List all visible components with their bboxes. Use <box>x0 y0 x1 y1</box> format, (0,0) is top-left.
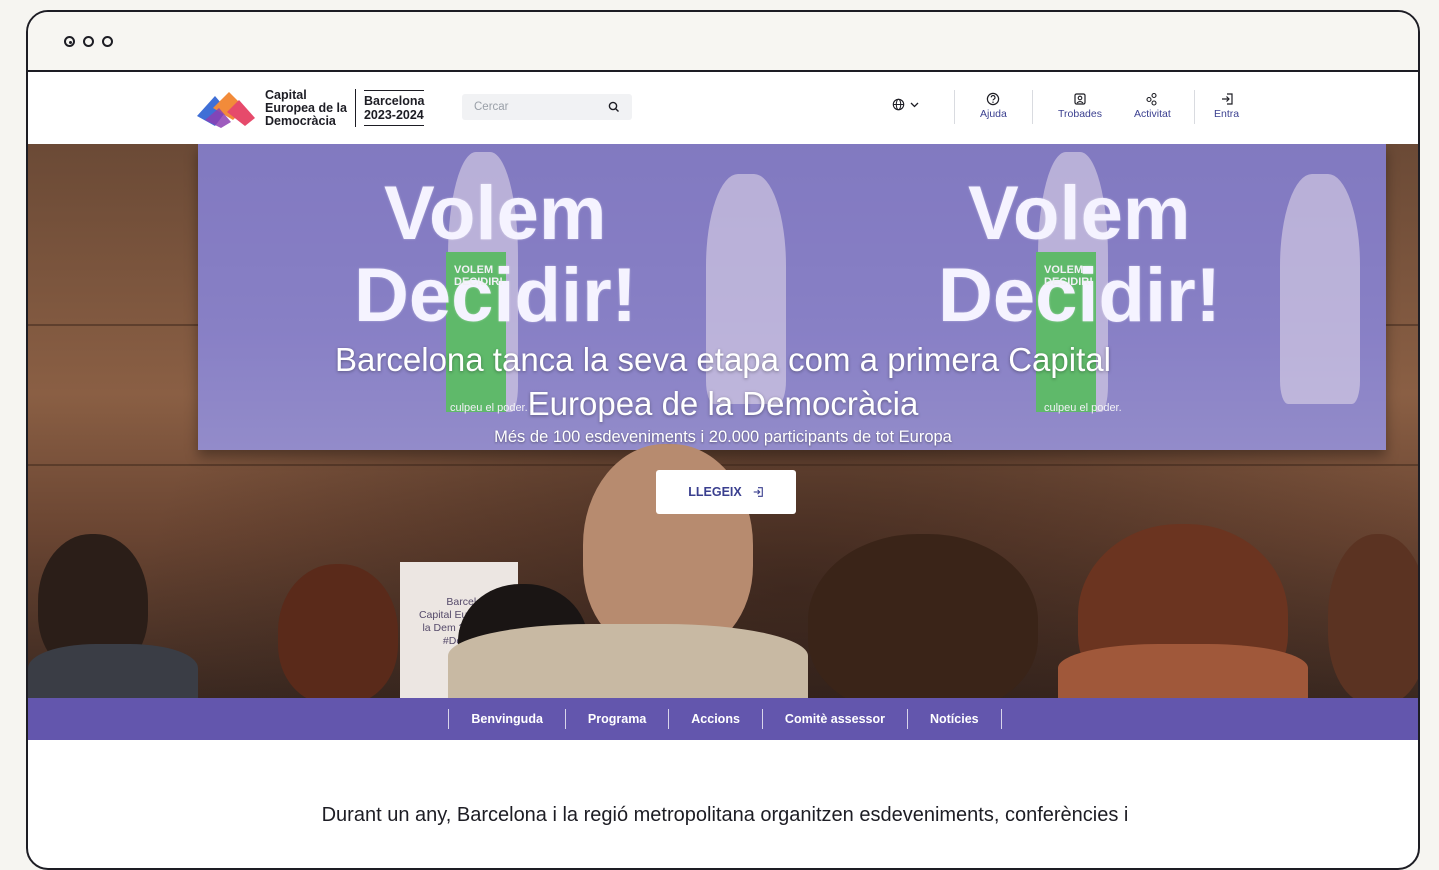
nav-activity-label: Activitat <box>1134 108 1171 120</box>
audience-member <box>1328 534 1418 700</box>
site-header: Capital Europea de la Democràcia Barcelo… <box>28 72 1418 144</box>
logo-year-block: Barcelona 2023-2024 <box>363 90 425 126</box>
header-divider <box>1032 90 1033 124</box>
nav-help[interactable]: Ajuda <box>980 92 1007 120</box>
read-more-label: LLEGEIX <box>688 485 742 499</box>
nav-help-label: Ajuda <box>980 108 1007 120</box>
header-divider <box>954 90 955 124</box>
audience-member <box>808 534 1038 700</box>
activity-icon <box>1146 92 1157 106</box>
screen-text-line1: Volem <box>968 171 1191 256</box>
logo-years: 2023-2024 <box>363 108 424 122</box>
audience-member <box>1058 644 1308 700</box>
intro-paragraph: Durant un any, Barcelona i la regió metr… <box>321 804 1129 826</box>
tab-comite-assessor[interactable]: Comitè assessor <box>763 712 907 726</box>
browser-window: Capital Europea de la Democràcia Barcelo… <box>26 10 1420 870</box>
site-logo[interactable]: Capital Europea de la Democràcia Barcelo… <box>193 86 425 130</box>
logo-divider <box>354 89 356 127</box>
login-icon <box>1221 93 1233 105</box>
hero-title-line1: Barcelona tanca la seva etapa com a prim… <box>335 341 1111 378</box>
search-box <box>462 94 632 120</box>
nav-login-label: Entra <box>1214 108 1240 120</box>
language-selector[interactable] <box>892 98 919 111</box>
window-dot-1[interactable] <box>64 35 75 47</box>
audience-member <box>448 624 808 700</box>
tab-accions[interactable]: Accions <box>669 712 762 726</box>
search-input[interactable] <box>462 100 606 114</box>
tab-programa[interactable]: Programa <box>566 712 668 726</box>
window-dot-2[interactable] <box>83 35 94 47</box>
hero-subtitle: Més de 100 esdeveniments i 20.000 partic… <box>494 428 952 446</box>
search-icon[interactable] <box>608 101 620 113</box>
audience-member <box>28 644 198 700</box>
audience-member <box>278 564 398 700</box>
nav-login[interactable]: Entra <box>1214 92 1239 120</box>
login-icon <box>753 487 763 497</box>
tab-separator <box>1000 709 1002 729</box>
tab-noticies[interactable]: Notícies <box>908 712 1001 726</box>
nav-meetings-label: Trobades <box>1058 108 1102 120</box>
hero-banner: Volem Decidir! VOLEM DECIDIR! culpeu el … <box>28 144 1418 700</box>
globe-icon <box>892 98 905 111</box>
placard-text: VOLEM DECIDIR! <box>1044 264 1093 288</box>
hero-title-line2: Europea de la Democràcia <box>527 385 919 422</box>
tab-benvinguda[interactable]: Benvinguda <box>449 712 565 726</box>
nav-activity[interactable]: Activitat <box>1134 92 1171 120</box>
window-dot-3[interactable] <box>102 35 113 47</box>
screen-text-line1: Volem <box>384 171 607 256</box>
wall-panel-line <box>28 464 1418 466</box>
header-divider <box>1194 90 1195 124</box>
logo-line-1: Capital <box>265 87 307 102</box>
logo-title: Capital Europea de la Democràcia <box>265 87 347 128</box>
hero-title: Barcelona tanca la seva etapa com a prim… <box>28 338 1418 426</box>
chevron-down-icon <box>910 102 919 107</box>
read-more-button[interactable]: LLEGEIX <box>656 470 796 514</box>
logo-city: Barcelona <box>363 94 425 108</box>
logo-line-2: Europea de la <box>265 100 347 115</box>
nav-meetings[interactable]: Trobades <box>1058 92 1102 120</box>
meetings-icon <box>1074 93 1086 105</box>
logo-icon <box>197 92 255 128</box>
section-tabs: Benvinguda Programa Accions Comitè asses… <box>28 698 1418 740</box>
help-icon <box>987 92 1000 106</box>
placard-text: VOLEM DECIDIR! <box>454 264 503 288</box>
window-titlebar <box>28 12 1418 72</box>
logo-line-3: Democràcia <box>265 113 336 128</box>
